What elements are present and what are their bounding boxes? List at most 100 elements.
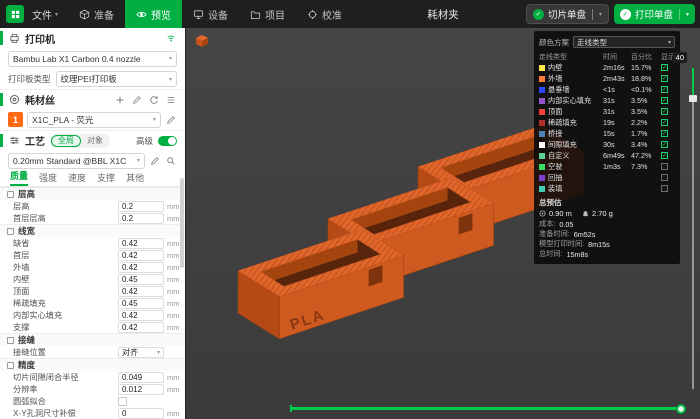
print-plate-button[interactable]: ✓ 打印单盘 ▾ [613,4,695,24]
sidebar-scrollbar[interactable] [180,178,184,268]
add-filament-icon[interactable] [114,95,126,105]
visibility-checkbox[interactable]: ✓ [661,86,668,93]
tab-calibration[interactable]: 校准 [296,0,353,28]
legend-columns: 走线类型 时间 百分比 显示 [539,53,675,61]
visibility-checkbox[interactable] [661,163,668,170]
tab-prepare[interactable]: 准备 [68,0,125,28]
color-scheme-select[interactable]: 走线类型 ▾ [573,36,675,48]
param-input[interactable]: 0.2 [118,200,164,212]
filament-length: 0.90 m [539,209,572,218]
plate-thumbnail[interactable] [194,34,210,54]
param-group-header[interactable]: 线宽 [0,224,185,237]
param-input[interactable]: 0.42 [118,309,164,321]
param-input[interactable]: 0.42 [118,285,164,297]
param-row: 圆弧拟合 [0,395,185,407]
visibility-checkbox[interactable]: ✓ [661,108,668,115]
main-area: 打印机 Bambu Lab X1 Carbon 0.4 nozzle ▾ 打印板… [0,28,700,419]
param-input[interactable]: 0.2 [118,212,164,224]
visibility-checkbox[interactable] [661,185,668,192]
visibility-checkbox[interactable]: ✓ [661,141,668,148]
chevron-down-icon: ▾ [667,39,671,46]
process-tab-strength[interactable]: 强度 [39,171,57,186]
prepare-icon [79,9,90,20]
preview-legend-panel: 颜色方案 走线类型 ▾ 走线类型 时间 百分比 显示 内壁 2m16s 15.7% ✓ 外墙 2… [534,31,680,264]
process-preset-select[interactable]: 0.20mm Standard @BBL X1C ▾ [8,152,145,169]
legend-row: 内壁 2m16s 15.7% ✓ [539,62,675,73]
process-sliders-icon [8,135,20,146]
process-tab-others[interactable]: 其他 [126,171,144,186]
param-row: 稀疏填充 0.45 mm [13,297,180,309]
filament-color-chip[interactable]: 1 [8,112,23,127]
filament-settings-icon[interactable] [165,115,177,125]
filament-menu-icon[interactable] [165,95,177,105]
param-checkbox[interactable] [118,396,127,406]
move-slider-handle[interactable] [676,403,686,414]
visibility-checkbox[interactable]: ✓ [661,64,668,71]
tab-preview[interactable]: 预览 [125,0,183,28]
param-input[interactable]: 0.012 [118,383,164,395]
layer-slider[interactable] [689,68,697,389]
printer-section-header: 打印机 [0,28,185,48]
layer-slider-handle[interactable] [689,95,697,102]
process-tab-speed[interactable]: 速度 [68,171,86,186]
edit-filament-icon[interactable] [131,95,143,105]
edit-preset-icon[interactable] [149,156,161,166]
line-type-swatch [539,64,545,71]
legend-rows: 内壁 2m16s 15.7% ✓ 外墙 2m43s 18.8% ✓ 悬垂墙 <1s <0.1% ✓ 内部… [539,62,675,194]
param-input[interactable]: 0.45 [118,297,164,309]
param-input[interactable]: 0 [118,407,164,419]
sync-filament-icon[interactable] [148,95,160,105]
scope-global-tab[interactable]: 全局 [51,134,81,147]
legend-row: 回抽 [539,172,675,183]
legend-totals: 成本: 0.05 准备时间: 6m52s 模型打印时间: 8m15s 总时间: 15m8s [539,219,675,259]
slice-dropdown-icon[interactable]: ▾ [599,11,602,18]
search-icon[interactable] [165,156,177,166]
slice-plate-button[interactable]: ✓ 切片单盘 ▾ [525,4,609,24]
tab-project[interactable]: 项目 [239,0,296,28]
process-scope-segment: 全局 对象 [50,133,110,148]
param-group-header[interactable]: 精度 [0,358,185,371]
visibility-checkbox[interactable]: ✓ [661,97,668,104]
param-input[interactable]: 0.049 [118,371,164,383]
printer-connection-icon[interactable] [165,33,177,43]
estimate-row: 准备时间: 6m52s [539,229,596,239]
move-slider[interactable] [290,403,686,414]
advanced-toggle[interactable] [158,135,177,146]
tab-device[interactable]: 设备 [182,0,239,28]
plate-type-select[interactable]: 纹理PEI打印板 ▾ [55,71,177,87]
param-group-icon [7,227,14,235]
param-select[interactable]: 对齐 ▾ [118,346,164,358]
param-input[interactable]: 0.42 [118,261,164,273]
visibility-checkbox[interactable] [661,174,668,181]
process-tab-support[interactable]: 支撑 [97,171,115,186]
main-tabs: 准备 预览 设备 项目 校准 [68,0,353,28]
print-dropdown-icon[interactable]: ▾ [686,11,689,18]
param-row: 分辨率 0.012 mm [13,383,180,395]
printer-preset-select[interactable]: Bambu Lab X1 Carbon 0.4 nozzle ▾ [8,50,177,67]
process-tab-quality[interactable]: 质量 [10,169,29,186]
param-row: X-Y孔洞尺寸补偿 0 mm [13,407,180,419]
chevron-down-icon: ▾ [168,76,172,83]
layer-slider-fill [692,68,694,98]
scope-objects-tab[interactable]: 对象 [81,135,109,147]
spool-icon [539,210,546,217]
param-input[interactable]: 0.42 [118,237,164,249]
filament-preset-select[interactable]: X1C_PLA - 荧光 ▾ [27,111,161,128]
param-input[interactable]: 0.45 [118,273,164,285]
param-group-header[interactable]: 接缝 [0,333,185,346]
param-input[interactable]: 0.42 [118,321,164,333]
line-type-swatch [539,86,545,93]
legend-row: 空驶 1m3s 7.3% [539,161,675,172]
move-slider-start-tick [290,405,292,412]
filament-usage-row: 0.90 m 2.70 g [539,208,675,219]
estimate-row: 成本: 0.05 [539,219,574,229]
bambu-studio-window: 文件 ▾ 准备 预览 设备 项目 校准 耗材夹 ✓ 切片单盘 ▾ ✓ 打印单盘 ▾ [0,0,700,419]
param-row: 切片间隙闭合半径 0.049 mm [13,371,180,383]
visibility-checkbox[interactable]: ✓ [661,152,668,159]
visibility-checkbox[interactable]: ✓ [661,119,668,126]
visibility-checkbox[interactable]: ✓ [661,75,668,82]
param-group-header[interactable]: 层高 [0,187,185,200]
visibility-checkbox[interactable]: ✓ [661,130,668,137]
param-input[interactable]: 0.42 [118,249,164,261]
file-menu[interactable]: 文件 ▾ [30,0,68,28]
